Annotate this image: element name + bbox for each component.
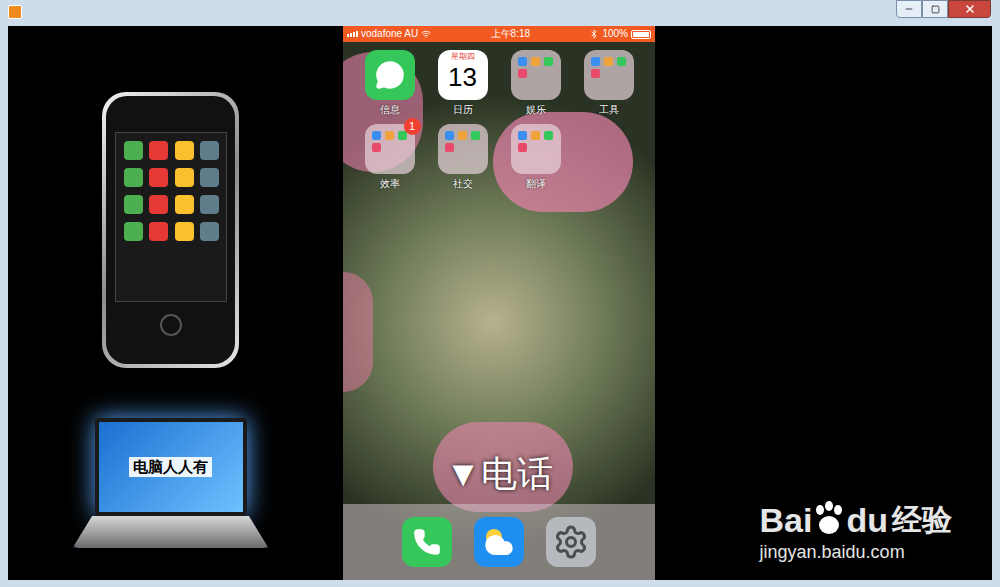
folder-icon [511, 50, 561, 100]
watermark: Baidu经验jingyan.baidu.com [760, 500, 952, 564]
calendar-icon: 星期四13 [438, 50, 488, 100]
laptop-illustration: 电脑人人有 [73, 418, 269, 548]
watermark-url: jingyan.baidu.com [760, 540, 905, 564]
battery-icon [631, 30, 651, 39]
window-controls [896, 0, 991, 18]
folder-icon [584, 50, 634, 100]
close-button[interactable] [948, 0, 991, 18]
right-panel [655, 26, 992, 580]
folder-icon [438, 124, 488, 174]
notification-badge: 1 [404, 118, 421, 135]
phone-icon[interactable] [402, 517, 452, 567]
app-icon[interactable] [8, 5, 22, 19]
app-icon-tile[interactable]: 娱乐 [499, 50, 572, 116]
folder-icon [511, 124, 561, 174]
wifi-icon [421, 29, 431, 39]
left-panel: 电脑人人有 [8, 26, 343, 580]
overlay-caption: ▼电话 [445, 452, 553, 496]
app-icon-tile[interactable]: 星期四13 日历 [426, 50, 499, 116]
dock [343, 504, 655, 580]
content-area: 电脑人人有 vodafone AU 上午8:18 100% 信息 星期四13 日历 娱乐 工具 1… [8, 26, 992, 580]
clock: 上午8:18 [491, 28, 530, 40]
laptop-label: 电脑人人有 [129, 457, 212, 477]
app-label: 社交 [453, 177, 473, 190]
settings-icon[interactable] [546, 517, 596, 567]
app-icon-tile[interactable]: 1效率 [353, 124, 426, 190]
app-label: 效率 [380, 177, 400, 190]
app-label: 日历 [453, 103, 473, 116]
title-bar [0, 0, 1000, 26]
home-button-icon [160, 314, 182, 336]
home-screen-wallpaper: 信息星期四13日历娱乐工具1效率社交翻译▼电话 [343, 42, 655, 580]
app-icon-tile[interactable]: 信息 [353, 50, 426, 116]
iphone-illustration [102, 92, 239, 368]
signal-icon [347, 31, 358, 37]
app-label: 娱乐 [526, 103, 546, 116]
app-icon-tile[interactable]: 翻译 [499, 124, 572, 190]
app-label: 工具 [599, 103, 619, 116]
weather-icon[interactable] [474, 517, 524, 567]
messages-icon [365, 50, 415, 100]
app-icon-tile[interactable]: 工具 [572, 50, 645, 116]
battery-text: 100% [602, 28, 628, 40]
maximize-button[interactable] [922, 0, 948, 18]
paw-icon [812, 500, 846, 536]
phone-screen: vodafone AU上午8:18100%信息星期四13日历娱乐工具1效率社交翻… [343, 26, 655, 580]
app-window: 电脑人人有 vodafone AU 上午8:18 100% 信息 星期四13 日历 娱乐 工具 1… [0, 0, 1000, 587]
status-bar: vodafone AU 上午8:18 100% [343, 26, 655, 42]
bluetooth-icon [589, 29, 599, 39]
carrier: vodafone AU [361, 28, 418, 40]
app-label: 信息 [380, 103, 400, 116]
app-label: 翻译 [526, 177, 546, 190]
app-icon-tile[interactable]: 社交 [426, 124, 499, 190]
app-grid: 信息星期四13日历娱乐工具1效率社交翻译 [343, 42, 655, 190]
minimize-button[interactable] [896, 0, 922, 18]
